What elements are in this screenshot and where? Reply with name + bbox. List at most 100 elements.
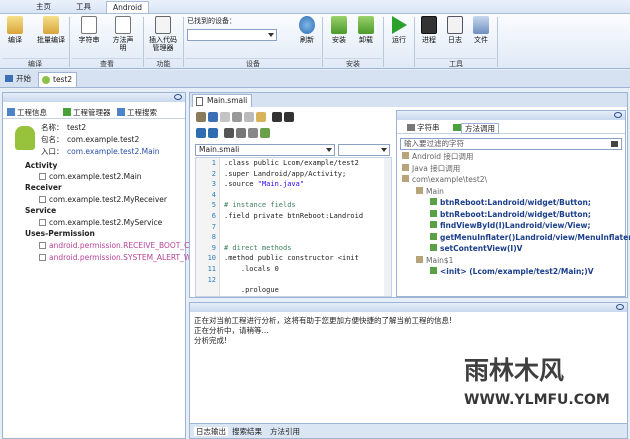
code-token: .source [224,180,258,189]
activity-item[interactable]: com.example.test2.Main [49,172,142,181]
refresh-button[interactable]: 刷新 [296,16,318,44]
process-icon [421,16,437,34]
tab-project-manager[interactable]: 工程管理器 [73,108,111,117]
tab-main-smali-label: Main.smali [207,96,248,105]
lock-icon[interactable] [196,112,206,122]
tree-node[interactable]: Android 接口调用 [402,152,473,162]
insert-code-button[interactable]: 插入代码管理器 [146,16,180,52]
comment-icon[interactable] [248,128,258,138]
code-lines: .class public Lcom/example/test2 .super L… [224,158,386,296]
menu-tab-tools[interactable]: 工具 [70,1,97,13]
class-icon [39,196,46,203]
method-icon [430,209,437,217]
group-install: 安装 [324,58,382,68]
menu-tab-android[interactable]: Android [106,1,149,13]
tab-log-output[interactable]: 日志输出 [194,427,228,436]
tab-method-refs[interactable]: 方法引用 [270,427,300,436]
file-select[interactable]: Main.smali [195,144,335,156]
tree-node[interactable]: btnReboot:Landroid/widget/Button; [430,198,591,208]
file-icon [196,97,203,106]
folder-icon [402,163,409,171]
tree-node[interactable]: setContentView(I)V [430,244,522,254]
receiver-item[interactable]: com.example.test2.MyReceiver [49,195,167,204]
back-icon[interactable] [196,128,206,138]
section-receiver: Receiver [25,183,62,192]
tab-start[interactable]: 开始 [2,72,35,87]
uninstall-button[interactable]: 卸载 [355,16,377,44]
eye-icon[interactable] [174,94,182,100]
vertical-scrollbar[interactable] [384,158,391,296]
tree-node[interactable]: com\example\test2\ [402,175,487,185]
tree-node[interactable]: getMenuInflater()Landroid/view/MenuInfla… [430,232,630,243]
bookmark-icon[interactable] [260,128,270,138]
tab-search-results[interactable]: 搜索结果 [232,427,262,436]
log-line: 分析完成! [194,336,228,345]
clear-filter-icon[interactable] [611,141,618,147]
info-icon [7,108,15,116]
compile-button[interactable]: 编译 [4,16,26,44]
tab-strings[interactable]: 字符串 [417,123,440,132]
tree-node-label: Main$1 [426,255,454,265]
tree-node[interactable]: Main [416,186,444,197]
strings-button[interactable]: 字符串 [74,16,104,44]
tab-project-search[interactable]: 工程搜索 [127,108,157,117]
permission-item[interactable]: android.permission.RECEIVE_BOOT_C [49,241,189,250]
file-button[interactable]: 文件 [470,16,492,44]
line-number: 7 [211,222,216,231]
ribbon-separator [322,17,323,67]
copy-icon[interactable] [244,112,254,122]
compile-icon [7,16,23,34]
code-token: .class public Lcom/example/test2 [224,159,359,167]
run-button[interactable]: 运行 [388,16,410,44]
install-icon [331,16,347,34]
method-icon [430,267,437,274]
forward-icon[interactable] [208,128,218,138]
method-decl-button[interactable]: 方法声明 [110,16,136,52]
group-view: 查看 [72,58,142,68]
open-icon[interactable] [220,112,230,122]
service-item[interactable]: com.example.test2.MyService [49,218,162,227]
class-icon [39,173,46,180]
device-select[interactable] [187,29,277,41]
tree-node[interactable]: <init> (Lcom/example/test2/Main;)V [430,267,594,277]
strings-icon [81,16,97,34]
tree-node[interactable]: Java 接口调用 [402,163,460,174]
indent-icon[interactable] [224,128,234,138]
tab-project-info[interactable]: 工程信息 [17,108,47,117]
ribbon-separator [143,17,144,67]
tab-test2-label: test2 [53,75,73,84]
filter-input[interactable]: 输入要过滤的字符 [400,138,622,150]
line-number: 10 [207,254,216,263]
tree-node-label: btnReboot:Landroid/widget/Button; [440,209,591,219]
batch-compile-button[interactable]: 批量编译 [36,16,66,44]
eye-icon[interactable] [614,112,622,118]
code-editor[interactable]: 1 2 3 4 5 6 7 8 9 10 11 12 .class public Lcom/examp… [195,157,392,297]
member-select[interactable] [338,144,390,156]
undo-icon[interactable] [272,112,282,122]
strings-label: 字符串 [78,36,100,44]
save-icon[interactable] [208,112,218,122]
tree-node[interactable]: findViewById(I)Landroid/view/View; [430,221,591,231]
tree-node[interactable]: btnReboot:Landroid/widget/Button; [430,209,591,220]
method-tree: Android 接口调用 Java 接口调用 com\example\test2\ M… [400,152,630,294]
menu-tab-home[interactable]: 主页 [30,1,57,13]
install-button[interactable]: 安装 [328,16,350,44]
line-number: 11 [207,264,216,273]
tab-method-call[interactable]: 方法调用 [461,123,499,134]
permission-item[interactable]: android.permission.SYSTEM_ALERT_W [49,253,191,262]
tab-test2[interactable]: test2 [38,72,78,87]
tree-node[interactable]: Main$1 [416,255,454,266]
redo-icon[interactable] [284,112,294,122]
process-button[interactable]: 进程 [418,16,440,44]
package-label: 包名： [41,135,64,144]
paste-icon[interactable] [256,112,266,122]
outdent-icon[interactable] [236,128,246,138]
tab-main-smali[interactable]: Main.smali [192,94,253,107]
method-icon [453,124,461,131]
log-button[interactable]: 日志 [444,16,466,44]
eye-icon[interactable] [616,304,624,310]
entry-value[interactable]: com.example.test2.Main [67,147,160,156]
cut-icon[interactable] [232,112,242,122]
code-line: # instance fields [224,200,386,211]
code-line: .field private btnReboot:Landroid [224,211,386,222]
